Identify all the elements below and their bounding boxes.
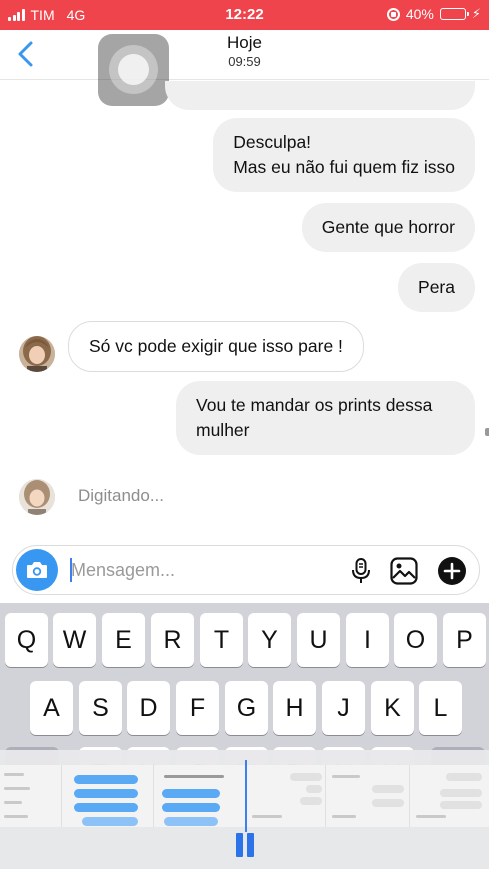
message-input[interactable] — [71, 557, 341, 583]
battery-icon — [439, 8, 469, 20]
camera-icon — [27, 562, 47, 578]
thumbnail-frame — [326, 765, 410, 827]
key-l[interactable]: L — [419, 681, 462, 735]
header-subtitle: 09:59 — [228, 54, 261, 69]
key-o[interactable]: O — [394, 613, 437, 667]
message-composer — [12, 545, 480, 595]
message-line: mulher — [196, 420, 250, 440]
key-f[interactable]: F — [176, 681, 219, 735]
key-a[interactable]: A — [30, 681, 73, 735]
key-k[interactable]: K — [371, 681, 414, 735]
message-line: Só vc pode exigir que isso pare ! — [89, 336, 343, 356]
key-t[interactable]: T — [200, 613, 243, 667]
typing-indicator: Digitando... — [78, 486, 164, 505]
avatar[interactable] — [19, 336, 55, 372]
microphone-button[interactable] — [346, 556, 376, 586]
key-g[interactable]: G — [225, 681, 268, 735]
message-bubble-partial — [165, 81, 475, 110]
key-s[interactable]: S — [79, 681, 122, 735]
key-u[interactable]: U — [297, 613, 340, 667]
thumbnail-frame — [0, 765, 62, 827]
message-line: Pera — [418, 277, 455, 297]
key-q[interactable]: Q — [5, 613, 48, 667]
key-i[interactable]: I — [346, 613, 389, 667]
avatar-image — [19, 479, 55, 515]
avatar-image — [19, 336, 55, 372]
charging-icon: ⚡ — [471, 6, 481, 21]
chat-header: Hoje 09:59 — [0, 30, 489, 106]
microphone-icon — [352, 558, 370, 583]
key-w[interactable]: W — [53, 613, 96, 667]
gallery-button[interactable] — [389, 556, 419, 586]
key-h[interactable]: H — [273, 681, 316, 735]
more-button[interactable] — [437, 556, 467, 586]
key-r[interactable]: R — [151, 613, 194, 667]
thumbnail-frame — [410, 765, 489, 827]
battery-percent: 40% — [405, 6, 434, 22]
key-e[interactable]: E — [102, 613, 145, 667]
message-bubble-sent[interactable]: Gente que horror — [301, 203, 475, 252]
message-bubble-sent[interactable]: Vou te mandar os prints dessa mulher — [176, 381, 475, 455]
thumbnail-frame — [246, 765, 326, 827]
thumbnail-frame — [62, 765, 154, 827]
rotation-lock-icon — [386, 7, 400, 21]
plus-circle-icon — [438, 557, 466, 585]
key-d[interactable]: D — [127, 681, 170, 735]
message-line: Vou te mandar os prints dessa — [196, 395, 433, 415]
message-bubble-sent[interactable]: Desculpa! Mas eu não fui quem fiz isso — [213, 118, 475, 192]
message-list[interactable]: Desculpa! Mas eu não fui quem fiz isso G… — [0, 81, 489, 540]
status-bar: TIM 4G 12:22 40% ⚡ — [0, 0, 489, 30]
thumbnail-frame — [154, 765, 246, 827]
key-j[interactable]: J — [322, 681, 365, 735]
key-p[interactable]: P — [443, 613, 486, 667]
key-y[interactable]: Y — [248, 613, 291, 667]
pause-button[interactable] — [234, 833, 256, 857]
playhead[interactable] — [245, 760, 247, 832]
scroll-indicator — [485, 428, 489, 436]
avatar[interactable] — [19, 479, 55, 515]
message-bubble-sent[interactable]: Pera — [398, 263, 475, 312]
camera-button[interactable] — [16, 549, 58, 591]
pause-icon — [236, 833, 243, 857]
message-line: Mas eu não fui quem fiz isso — [233, 157, 455, 177]
status-right: 40% ⚡ — [386, 6, 481, 22]
header-title: Hoje — [227, 33, 262, 52]
message-line: Gente que horror — [321, 217, 455, 237]
message-line: Desculpa! — [233, 132, 312, 152]
message-bubble-received[interactable]: Só vc pode exigir que isso pare ! — [68, 321, 364, 372]
image-icon — [390, 557, 418, 585]
